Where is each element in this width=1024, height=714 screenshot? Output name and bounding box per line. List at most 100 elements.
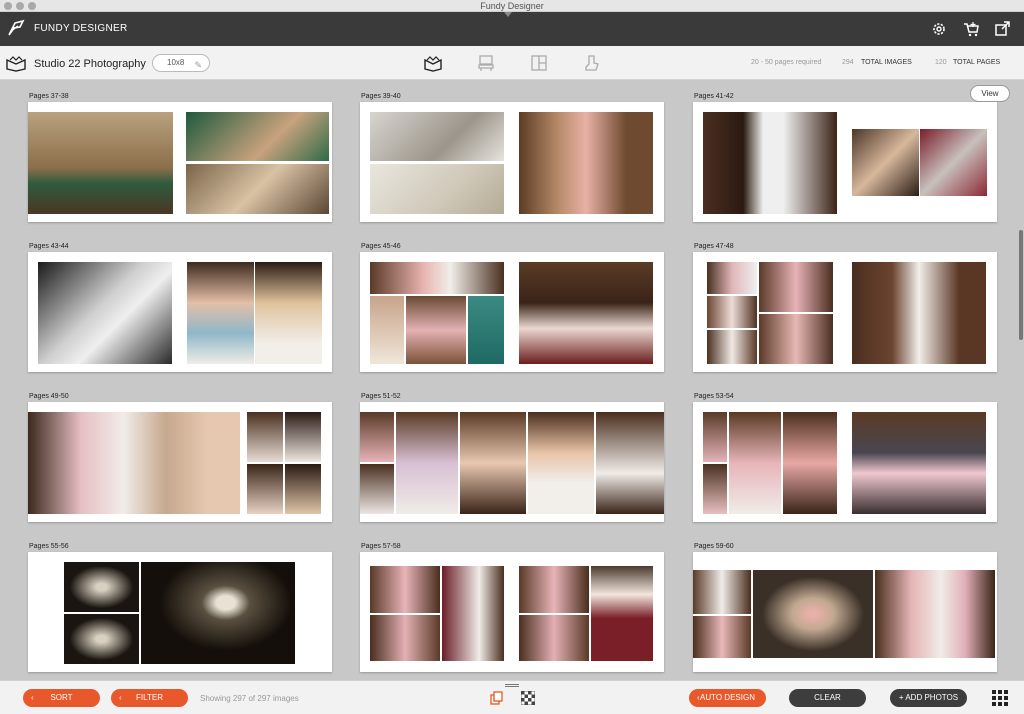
total-pages-label: TOTAL PAGES <box>953 59 1001 66</box>
photo[interactable] <box>596 412 664 514</box>
spread-card[interactable] <box>693 402 997 522</box>
stack-images-icon[interactable] <box>490 691 504 705</box>
photo[interactable] <box>519 112 653 214</box>
spread-card[interactable] <box>360 552 664 672</box>
photo[interactable] <box>783 412 837 514</box>
album-size-button[interactable]: 10x8 ✎ <box>152 54 210 72</box>
photo[interactable] <box>247 464 283 514</box>
checker-grid-icon[interactable] <box>521 691 535 705</box>
wall-art-mode-icon[interactable] <box>477 54 495 72</box>
photo[interactable] <box>729 412 781 514</box>
photo[interactable] <box>703 412 727 462</box>
photo[interactable] <box>187 262 254 364</box>
photo[interactable] <box>255 262 322 364</box>
spread-label: Pages 59-60 <box>694 543 734 550</box>
spread-card[interactable] <box>28 252 332 372</box>
photo[interactable] <box>528 412 594 514</box>
spread-card[interactable] <box>28 552 332 672</box>
card-mode-icon[interactable] <box>530 54 548 72</box>
spread-card[interactable] <box>693 102 997 222</box>
auto-design-button[interactable]: ‹ AUTO DESIGN <box>689 689 766 707</box>
photo[interactable] <box>460 412 526 514</box>
filter-button[interactable]: ‹ FILTER <box>111 689 188 707</box>
photo[interactable] <box>852 129 919 196</box>
export-icon[interactable] <box>993 20 1011 38</box>
collapse-toggle-icon[interactable] <box>504 12 512 17</box>
spread-label: Pages 41-42 <box>694 93 734 100</box>
total-images-count: 294 <box>842 59 854 66</box>
photo[interactable] <box>28 112 173 214</box>
sort-button[interactable]: ‹ SORT <box>23 689 100 707</box>
chevron-left-icon: ‹ <box>31 693 34 702</box>
photo[interactable] <box>285 464 321 514</box>
photo[interactable] <box>285 412 321 462</box>
spread-card[interactable] <box>28 402 332 522</box>
photo[interactable] <box>370 296 404 364</box>
photo[interactable] <box>370 615 440 661</box>
photo[interactable] <box>186 112 329 161</box>
spread-card[interactable] <box>360 402 664 522</box>
photo[interactable] <box>186 164 329 214</box>
photo[interactable] <box>693 570 751 614</box>
photo[interactable] <box>693 616 751 658</box>
photo[interactable] <box>468 296 504 364</box>
spread-label: Pages 57-58 <box>361 543 401 550</box>
add-photos-button[interactable]: + ADD PHOTOS <box>890 689 967 707</box>
photo[interactable] <box>442 566 504 661</box>
photo[interactable] <box>591 566 653 661</box>
photo[interactable] <box>759 262 833 312</box>
photo[interactable] <box>370 262 504 294</box>
photo[interactable] <box>707 262 757 294</box>
photo[interactable] <box>759 314 833 364</box>
photo[interactable] <box>519 566 589 613</box>
spread-card[interactable] <box>360 102 664 222</box>
photo[interactable] <box>64 614 139 664</box>
app-name: FUNDY DESIGNER <box>34 23 128 34</box>
resize-handle[interactable] <box>505 684 519 687</box>
project-name: Studio 22 Photography <box>34 58 146 70</box>
spread-card[interactable] <box>693 252 997 372</box>
photo[interactable] <box>519 262 653 364</box>
photo[interactable] <box>875 570 995 658</box>
photo[interactable] <box>28 412 240 514</box>
photo[interactable] <box>753 570 873 658</box>
spread-card[interactable] <box>28 102 332 222</box>
proofing-mode-icon[interactable] <box>583 54 601 72</box>
album-icon <box>6 56 26 72</box>
window-title: Fundy Designer <box>480 1 544 11</box>
photo[interactable] <box>370 164 504 214</box>
photo[interactable] <box>519 615 589 661</box>
clear-button[interactable]: CLEAR <box>789 689 866 707</box>
photo[interactable] <box>852 412 986 514</box>
photo[interactable] <box>141 562 295 664</box>
spread-label: Pages 49-50 <box>29 393 69 400</box>
photo[interactable] <box>396 412 458 514</box>
photo[interactable] <box>370 566 440 613</box>
spread-card[interactable] <box>360 252 664 372</box>
photo[interactable] <box>703 464 727 514</box>
photo[interactable] <box>707 296 757 328</box>
photo[interactable] <box>370 112 504 161</box>
photo[interactable] <box>64 562 139 612</box>
photo[interactable] <box>920 129 987 196</box>
album-mode-icon[interactable] <box>424 54 442 72</box>
spread-card[interactable] <box>693 552 997 672</box>
fundy-logo-icon[interactable] <box>6 18 26 38</box>
spreads-grid: View Pages 37-38 Pages 39-40 Pages 41-42… <box>0 80 1024 680</box>
settings-gear-icon[interactable] <box>930 20 948 38</box>
view-button[interactable]: View <box>970 85 1010 102</box>
spread-label: Pages 55-56 <box>29 543 69 550</box>
photo[interactable] <box>703 112 837 214</box>
auto-design-label: AUTO DESIGN <box>700 693 755 702</box>
chevron-left-icon: ‹ <box>697 693 700 702</box>
photo[interactable] <box>360 464 394 514</box>
grid-view-icon[interactable] <box>992 690 1008 706</box>
photo[interactable] <box>360 412 394 462</box>
photo[interactable] <box>707 330 757 364</box>
photo[interactable] <box>247 412 283 462</box>
photo[interactable] <box>406 296 466 364</box>
photo[interactable] <box>852 262 986 364</box>
vertical-scrollbar[interactable] <box>1019 230 1023 340</box>
photo[interactable] <box>38 262 172 364</box>
cart-icon[interactable] <box>962 20 980 38</box>
